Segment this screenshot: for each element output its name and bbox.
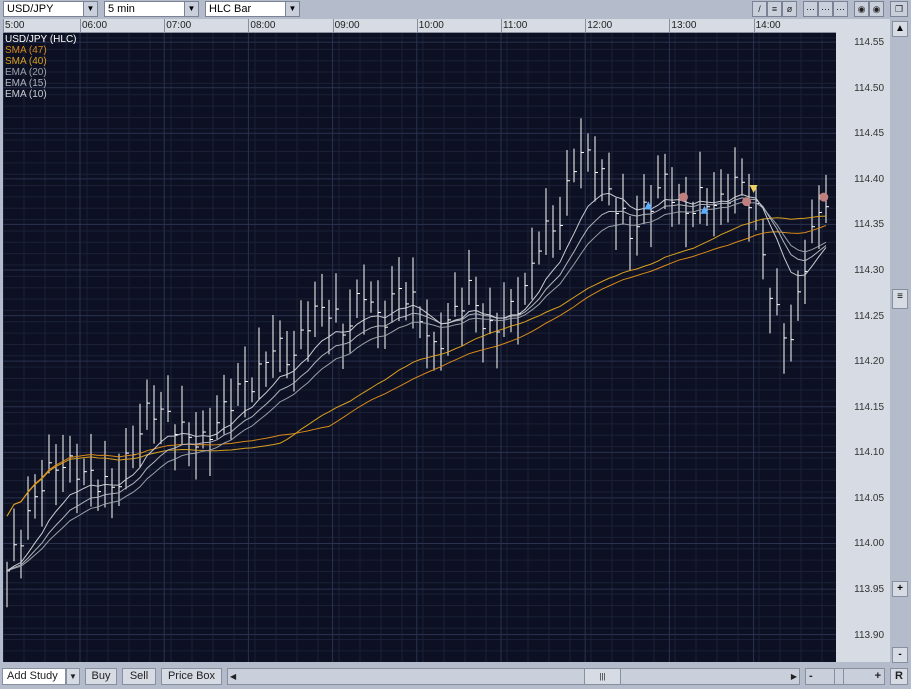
price-label: 114.05 xyxy=(854,492,884,504)
interval-select[interactable]: 5 min ▼ xyxy=(104,1,199,17)
chart-type-value: HLC Bar xyxy=(209,3,252,15)
grid-icon-3[interactable]: ⋯ xyxy=(833,1,848,17)
symbol-value: USD/JPY xyxy=(7,3,54,15)
time-label: 09:00 xyxy=(332,19,360,33)
signal-circle-marker xyxy=(819,192,829,202)
price-label: 114.50 xyxy=(854,82,884,94)
legend-item: EMA (20) xyxy=(5,67,47,78)
price-axis: 114.55 114.50 114.45 114.40 114.35 114.30 114.… xyxy=(836,19,890,662)
price-label: 114.20 xyxy=(854,356,884,368)
zoom-in-icon[interactable]: ◉ xyxy=(854,1,869,17)
time-label: 08:00 xyxy=(248,19,276,33)
grid-icon-1[interactable]: ⋯ xyxy=(803,1,818,17)
time-axis: 5:00 06:00 07:00 08:00 09:00 10:00 11:00 12:00 1… xyxy=(3,19,836,33)
price-label: 114.15 xyxy=(854,401,884,413)
horizontal-line-icon[interactable]: ≡ xyxy=(767,1,782,17)
chart-plot[interactable]: USD/JPY (HLC) SMA (47) SMA (40) EMA (20) EMA… xyxy=(2,33,836,662)
interval-value: 5 min xyxy=(108,3,135,15)
price-box-button[interactable]: Price Box xyxy=(161,668,222,685)
scroll-thumb[interactable]: ≡ xyxy=(892,289,908,309)
chevron-down-icon[interactable]: ▼ xyxy=(184,2,198,16)
legend-item: USD/JPY (HLC) xyxy=(5,34,77,45)
detach-window-icon[interactable]: ❐ xyxy=(890,1,908,17)
price-label: 113.90 xyxy=(854,629,884,641)
price-label: 114.00 xyxy=(854,538,884,550)
legend-item: SMA (40) xyxy=(5,56,47,67)
zoom-plus-button[interactable]: + xyxy=(892,581,908,597)
bottom-toolbar: Add Study ▼ Buy Sell Price Box ◀ ||| ▶ -… xyxy=(0,667,911,689)
sell-button[interactable]: Sell xyxy=(122,668,156,685)
signal-circle-marker xyxy=(742,197,752,207)
legend: USD/JPY (HLC) SMA (47) SMA (40) EMA (20) EMA… xyxy=(5,34,77,100)
zoom-minus-button[interactable]: - xyxy=(892,647,908,663)
symbol-select[interactable]: USD/JPY ▼ xyxy=(3,1,98,17)
scroll-up-button[interactable]: ▲ xyxy=(892,21,908,37)
zoom-out-icon[interactable]: ◉ xyxy=(869,1,884,17)
chevron-down-icon[interactable]: ▼ xyxy=(83,2,97,16)
price-label: 114.55 xyxy=(854,37,884,49)
chevron-down-icon[interactable]: ▼ xyxy=(285,2,299,16)
horizontal-scrollbar[interactable]: ◀ ||| ▶ xyxy=(227,668,800,685)
grid-icon-2[interactable]: ⋯ xyxy=(818,1,833,17)
vertical-scrollbar[interactable]: ▲ ≡ + - xyxy=(890,19,911,667)
scroll-left-icon[interactable]: ◀ xyxy=(230,669,236,684)
price-label: 114.10 xyxy=(854,447,884,459)
time-label: 07:00 xyxy=(164,19,192,33)
legend-item: EMA (15) xyxy=(5,78,47,89)
scroll-right-icon[interactable]: ▶ xyxy=(791,669,797,684)
delete-line-icon[interactable]: ø xyxy=(782,1,797,17)
time-label: 06:00 xyxy=(80,19,108,33)
time-label: 11:00 xyxy=(501,19,528,33)
price-label: 113.95 xyxy=(854,584,884,596)
add-study-button[interactable]: Add Study xyxy=(2,668,66,685)
time-label: 13:00 xyxy=(669,19,697,33)
zoom-in-button[interactable]: + xyxy=(875,669,881,684)
time-label: 12:00 xyxy=(585,19,613,33)
legend-item: EMA (10) xyxy=(5,89,47,100)
price-chart xyxy=(2,33,836,662)
price-label: 114.45 xyxy=(854,128,884,140)
price-label: 114.30 xyxy=(854,265,884,276)
time-label: 5:00 xyxy=(3,19,25,33)
zoom-out-button[interactable]: - xyxy=(809,669,813,684)
scroll-thumb-horizontal[interactable]: ||| xyxy=(584,669,621,684)
zoom-slider[interactable]: - + xyxy=(805,668,885,685)
chevron-down-icon[interactable]: ▼ xyxy=(66,668,80,685)
price-label: 114.40 xyxy=(854,173,884,185)
legend-item: SMA (47) xyxy=(5,45,47,56)
price-label: 114.25 xyxy=(854,310,884,322)
signal-circle-marker xyxy=(678,192,688,202)
chart-type-select[interactable]: HLC Bar ▼ xyxy=(205,1,300,17)
time-label: 10:00 xyxy=(416,19,444,33)
price-label: 114.35 xyxy=(854,219,884,231)
time-label: 14:00 xyxy=(753,19,781,33)
draw-line-icon[interactable]: / xyxy=(752,1,767,17)
buy-button[interactable]: Buy xyxy=(85,668,117,685)
zoom-slider-thumb[interactable] xyxy=(834,669,844,684)
reset-button[interactable]: R xyxy=(890,668,908,685)
